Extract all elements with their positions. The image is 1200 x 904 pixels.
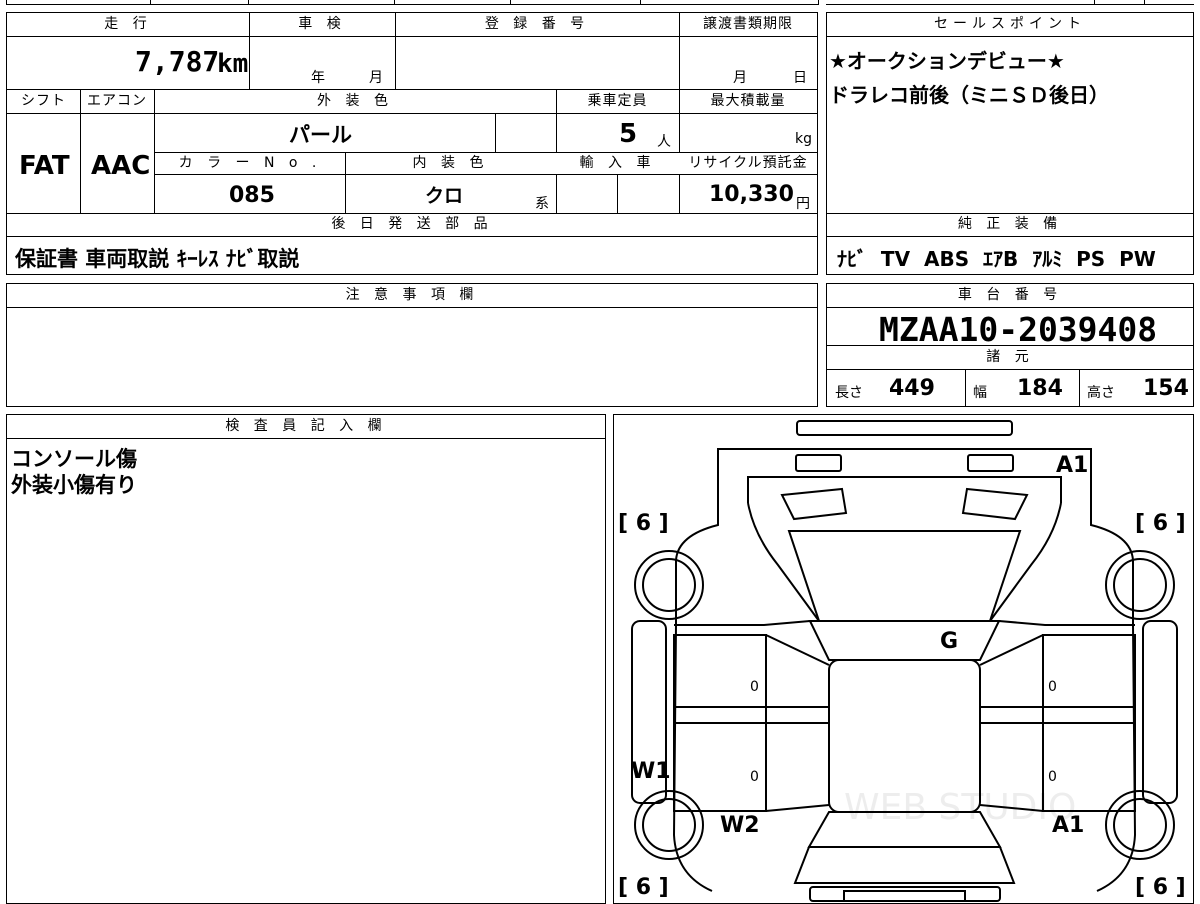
tire-rear-right: [ 6 ] bbox=[1135, 875, 1186, 900]
max-load-unit: kg bbox=[795, 131, 812, 147]
top-stub-row bbox=[0, 0, 1200, 6]
later-parts-header: 後 日 発 送 部 品 bbox=[7, 214, 817, 237]
door-front-right-count: 0 bbox=[1048, 679, 1057, 695]
recycle-value: 10,330 bbox=[709, 182, 794, 207]
mileage-value: 7,787 bbox=[135, 45, 220, 78]
shift-header: シフト bbox=[7, 90, 80, 114]
tire-rear-left: [ 6 ] bbox=[618, 875, 669, 900]
specs-header: 諸 元 bbox=[827, 346, 1193, 370]
genuine-equipment-value: ﾅﾋﾞ TV ABS ｴｱB ｱﾙﾐ PS PW bbox=[837, 247, 1156, 271]
height-value: 154 bbox=[1143, 376, 1189, 401]
transfer-month-label: 月 bbox=[733, 70, 747, 86]
notes-panel: 注 意 事 項 欄 bbox=[6, 283, 818, 407]
damage-mark-a1-front: A1 bbox=[1056, 453, 1089, 478]
door-rear-right-count: 0 bbox=[1048, 769, 1057, 785]
transfer-day-label: 日 bbox=[793, 70, 807, 86]
later-parts-value: 保証書 車両取説 ｷｰﾚｽ ﾅﾋﾞ取説 bbox=[15, 247, 300, 271]
inspector-header: 検 査 員 記 入 欄 bbox=[7, 415, 605, 439]
width-value: 184 bbox=[1017, 376, 1063, 401]
recycle-header: リサイクル預託金 bbox=[679, 153, 817, 175]
damage-mark-g: G bbox=[940, 629, 959, 654]
ac-value: AAC bbox=[91, 151, 151, 181]
registration-header: 登 録 番 号 bbox=[395, 13, 679, 37]
length-value: 449 bbox=[889, 376, 935, 401]
chassis-header: 車 台 番 号 bbox=[827, 284, 1193, 308]
width-label: 幅 bbox=[973, 385, 987, 401]
chassis-number: MZAA10-2039408 bbox=[879, 310, 1158, 349]
color-no-header: カ ラ ー N o . bbox=[155, 153, 345, 175]
damage-mark-w2: W2 bbox=[720, 813, 760, 838]
inspection-month-label: 月 bbox=[369, 70, 383, 86]
sales-point-line-1: ★オークションデビュー★ bbox=[829, 49, 1065, 73]
notes-header: 注 意 事 項 欄 bbox=[7, 284, 817, 308]
inspector-line-2: 外装小傷有り bbox=[11, 473, 137, 497]
shift-value: FAT bbox=[19, 151, 70, 181]
capacity-value: 5 bbox=[619, 119, 638, 149]
inspector-panel: 検 査 員 記 入 欄 コンソール傷 外装小傷有り bbox=[6, 414, 606, 904]
sales-point-header: セールスポイント bbox=[827, 13, 1193, 37]
recycle-unit: 円 bbox=[796, 196, 810, 212]
exterior-color-value: パール bbox=[289, 123, 352, 147]
max-load-header: 最大積載量 bbox=[679, 90, 817, 114]
mileage-unit: km bbox=[217, 49, 249, 79]
interior-color-value: クロ bbox=[425, 185, 464, 207]
car-outline-diagram bbox=[631, 420, 1178, 902]
inspection-header: 車 検 bbox=[249, 13, 395, 37]
transfer-deadline-header: 譲渡書類期限 bbox=[679, 13, 817, 37]
length-label: 長さ bbox=[835, 385, 863, 401]
capacity-unit: 人 bbox=[657, 134, 671, 150]
exterior-color-header: 外 装 色 bbox=[154, 90, 556, 114]
tire-front-left: [ 6 ] bbox=[618, 511, 669, 536]
door-front-left-count: 0 bbox=[750, 679, 759, 695]
vehicle-info-table: 走 行 車 検 登 録 番 号 譲渡書類期限 7,787 km 年 月 月 日 … bbox=[6, 12, 818, 275]
chassis-panel: 車 台 番 号 MZAA10-2039408 諸 元 長さ 449 幅 184 … bbox=[826, 283, 1194, 407]
sales-point-line-2: ドラレコ前後（ミニＳＤ後日） bbox=[829, 83, 1109, 107]
vehicle-condition-diagram: [ 6 ] [ 6 ] [ 6 ] [ 6 ] A1 G W1 W2 A1 0 … bbox=[613, 414, 1194, 904]
tire-front-right: [ 6 ] bbox=[1135, 511, 1186, 536]
damage-mark-w1: W1 bbox=[631, 759, 671, 784]
genuine-equipment-header: 純 正 装 備 bbox=[827, 214, 1193, 237]
sales-point-panel: セールスポイント ★オークションデビュー★ ドラレコ前後（ミニＳＤ後日） 純 正… bbox=[826, 12, 1194, 275]
capacity-header: 乗車定員 bbox=[556, 90, 679, 114]
door-rear-left-count: 0 bbox=[750, 769, 759, 785]
ac-header: エアコン bbox=[80, 90, 154, 114]
height-label: 高さ bbox=[1087, 385, 1115, 401]
watermark: WEB STUDIO bbox=[844, 787, 1077, 828]
color-no-value: 085 bbox=[229, 183, 275, 208]
interior-color-header: 内 装 色 bbox=[345, 153, 556, 175]
import-header: 輸 入 車 bbox=[556, 153, 679, 175]
interior-color-suffix: 系 bbox=[535, 196, 549, 212]
inspection-year-label: 年 bbox=[311, 70, 325, 86]
mileage-header: 走 行 bbox=[7, 13, 249, 37]
